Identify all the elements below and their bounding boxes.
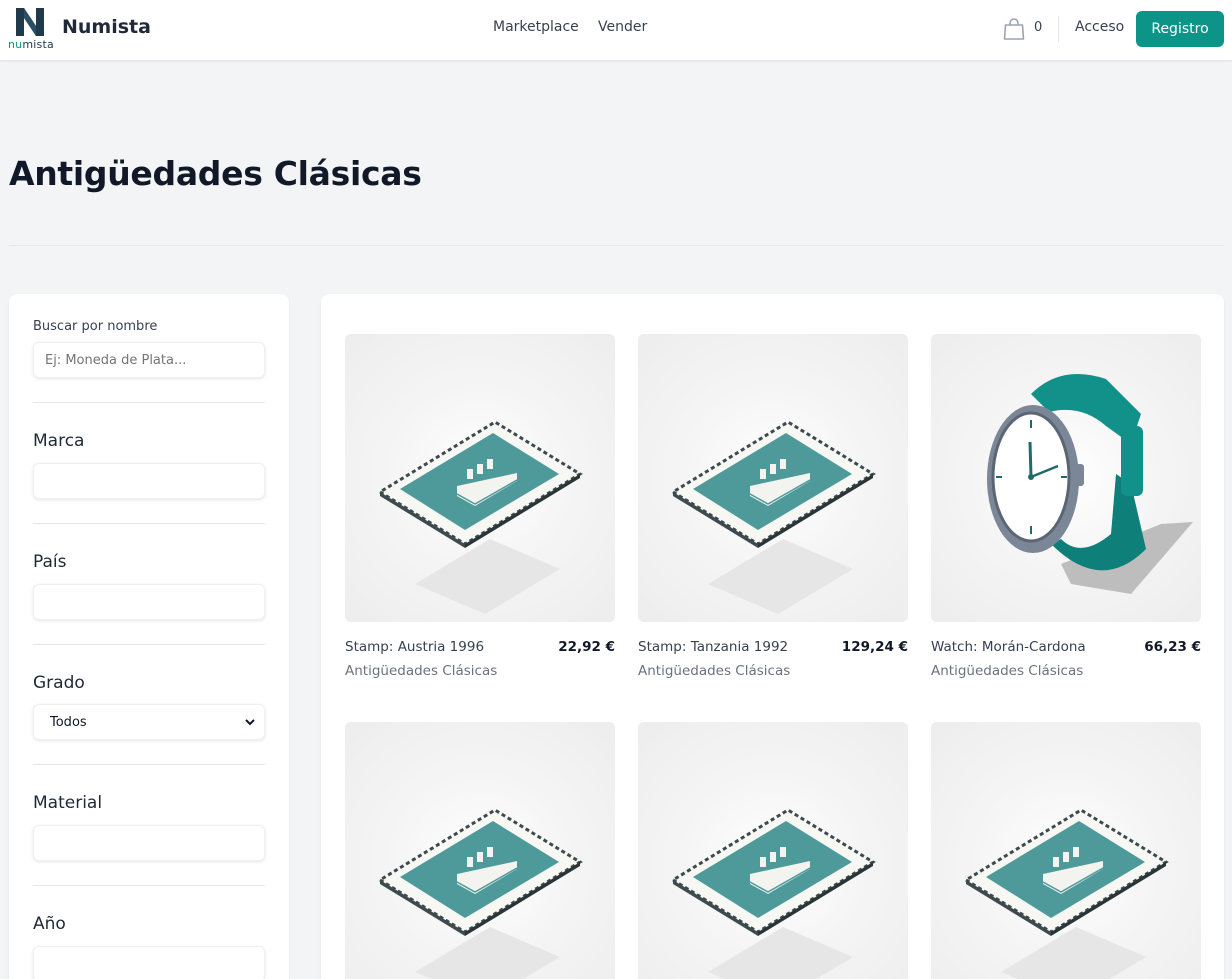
login-link[interactable]: Acceso <box>1075 19 1124 35</box>
wristwatch-icon <box>987 374 1193 594</box>
n-logo-icon <box>16 8 44 36</box>
material-input[interactable] <box>33 825 265 861</box>
product-image[interactable] <box>931 334 1201 622</box>
grade-filter-label: Grado <box>33 673 85 693</box>
shopping-bag-icon[interactable] <box>1003 17 1025 41</box>
stamp-ship-icon <box>670 420 876 614</box>
product-category: Antigüedades Clásicas <box>931 663 1084 679</box>
product-image[interactable] <box>345 722 615 979</box>
products-grid: Stamp: Austria 1996 22,92 € Antigüedades… <box>321 294 1224 979</box>
register-button[interactable]: Registro <box>1136 11 1224 47</box>
product-image[interactable] <box>638 334 908 622</box>
nav-link-marketplace[interactable]: Marketplace <box>493 19 579 35</box>
year-filter-label: Año <box>33 914 66 934</box>
header-divider <box>1058 16 1059 42</box>
product-image[interactable] <box>345 334 615 622</box>
country-input[interactable] <box>33 584 265 620</box>
product-price: 129,24 € <box>841 639 908 655</box>
product-name[interactable]: Watch: Morán-Cardona <box>931 639 1086 655</box>
product-image[interactable] <box>931 722 1201 979</box>
filters-sidebar: Buscar por nombre Marca País Grado Todos… <box>9 294 289 979</box>
search-label: Buscar por nombre <box>33 319 158 334</box>
material-filter-label: Material <box>33 793 103 813</box>
product-category: Antigüedades Clásicas <box>638 663 791 679</box>
nav-link-vender[interactable]: Vender <box>598 19 647 35</box>
top-nav-bar: numista Numista Marketplace Vender 0 Acc… <box>0 0 1232 61</box>
grade-select-value: Todos <box>50 714 87 730</box>
filter-divider <box>33 402 265 403</box>
numista-logo[interactable]: numista <box>8 6 54 52</box>
brand-name[interactable]: Numista <box>62 16 151 38</box>
title-divider <box>9 245 1224 246</box>
stamp-ship-icon <box>670 808 876 979</box>
search-input[interactable] <box>33 342 265 378</box>
product-category: Antigüedades Clásicas <box>345 663 498 679</box>
stamp-ship-icon <box>377 808 583 979</box>
product-name[interactable]: Stamp: Tanzania 1992 <box>638 639 788 655</box>
logo-wordmark: numista <box>8 38 54 51</box>
page-title: Antigüedades Clásicas <box>9 154 422 193</box>
product-image[interactable] <box>638 722 908 979</box>
grade-select[interactable]: Todos <box>33 704 265 740</box>
brand-input[interactable] <box>33 463 265 499</box>
stamp-ship-icon <box>963 808 1169 979</box>
filter-divider <box>33 764 265 765</box>
stamp-ship-icon <box>377 420 583 614</box>
filter-divider <box>33 523 265 524</box>
year-input[interactable] <box>33 946 265 979</box>
product-name[interactable]: Stamp: Austria 1996 <box>345 639 484 655</box>
filter-divider <box>33 644 265 645</box>
chevron-down-icon <box>245 719 255 726</box>
filter-divider <box>33 885 265 886</box>
brand-filter-label: Marca <box>33 431 85 451</box>
product-price: 22,92 € <box>558 639 615 655</box>
cart-count: 0 <box>1034 20 1043 35</box>
country-filter-label: País <box>33 552 67 572</box>
product-price: 66,23 € <box>1144 639 1201 655</box>
